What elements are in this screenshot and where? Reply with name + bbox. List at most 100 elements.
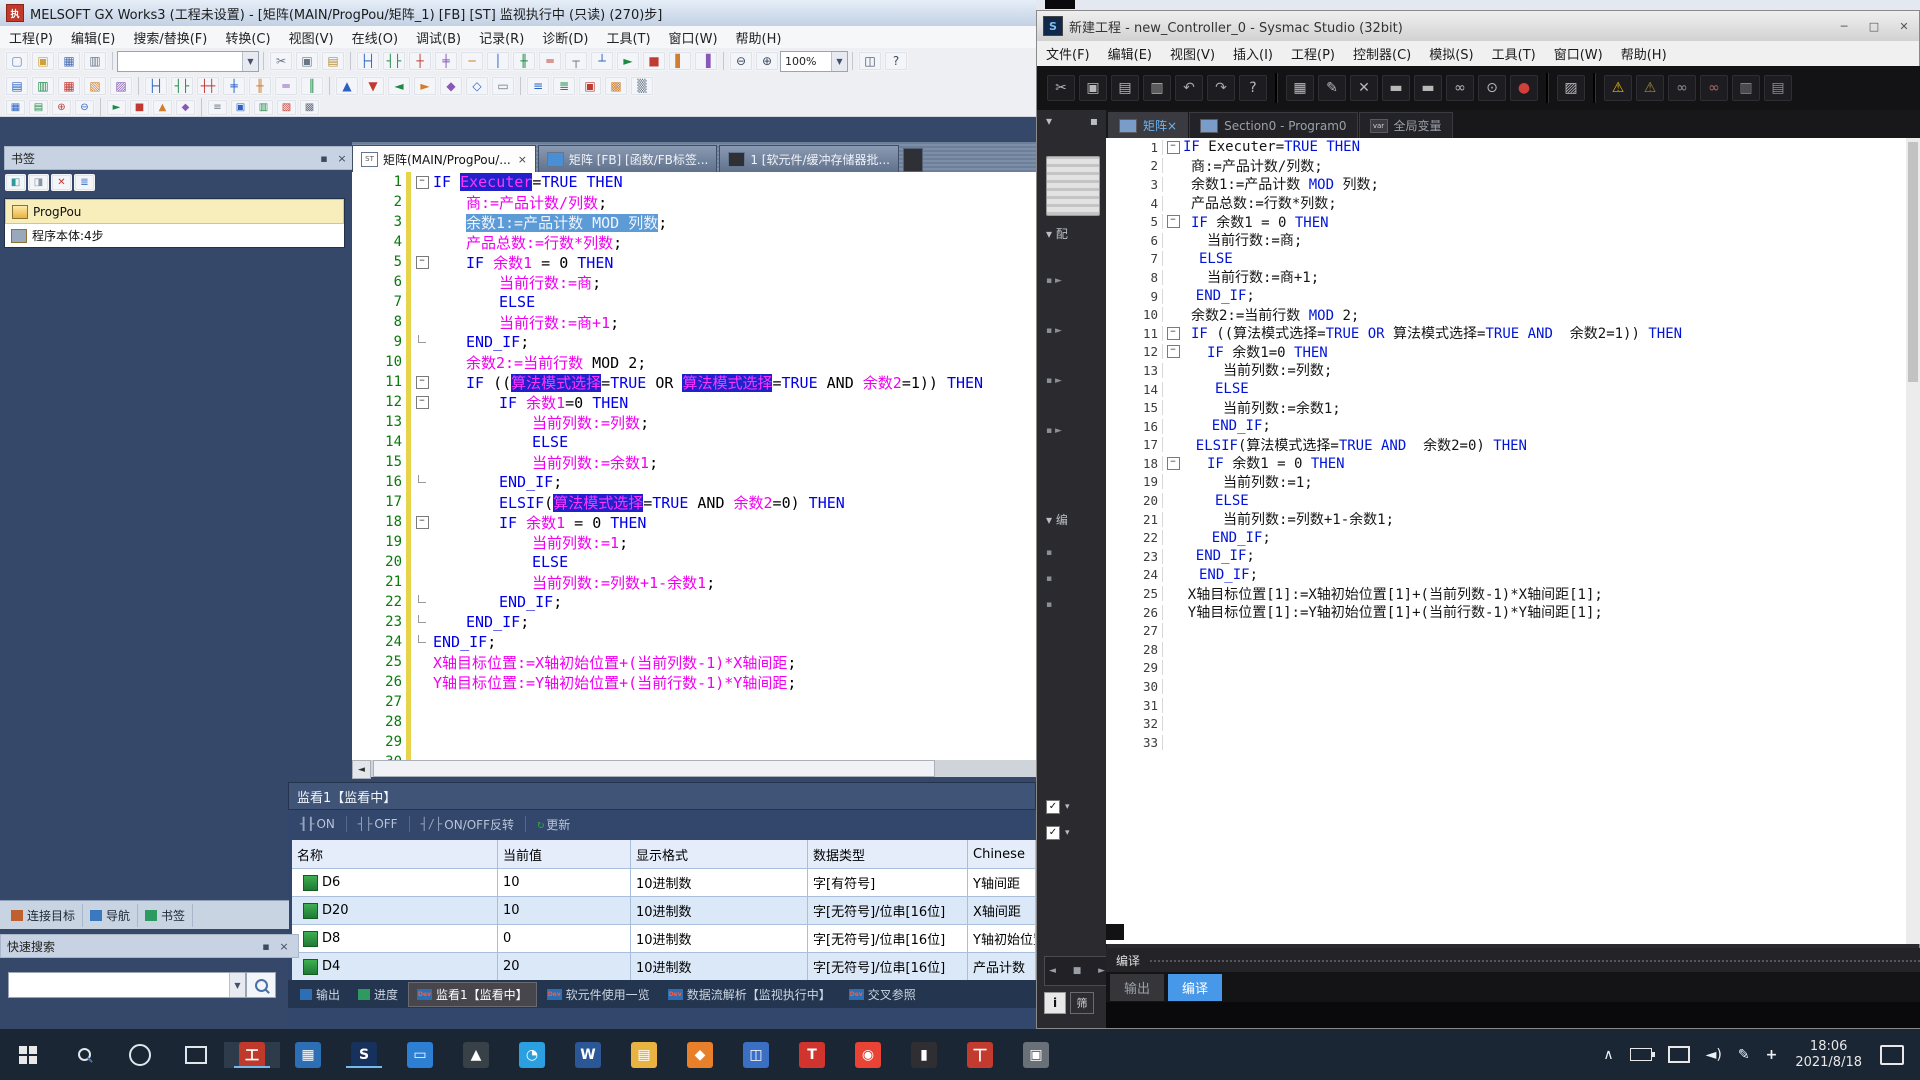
toolbar2-icon-14[interactable]: ▼	[361, 76, 385, 96]
watch-row-D4[interactable]: D42010进制数字[无符号]/位串[16位]产品计数	[292, 953, 1036, 981]
sysmac-st-code-editor[interactable]: 1−IF Executer=TRUE THEN2商:=产品计数/列数;3余数1:…	[1106, 138, 1906, 944]
watch-tool-ON/OFF反转[interactable]: ┤/├ON/OFF反转	[421, 816, 514, 833]
toolbar2-icon-10[interactable]: ╫	[248, 76, 272, 96]
tree-node-icon[interactable]: ▪ ►	[1038, 420, 1062, 442]
nav-page-icon[interactable]: ■	[1073, 966, 1082, 976]
toolbar2-icon-1[interactable]: ▤	[5, 76, 29, 96]
copy-icon[interactable]: ▣	[1079, 75, 1107, 101]
network-icon[interactable]	[1668, 1046, 1690, 1063]
fold-collapse-icon[interactable]: −	[416, 256, 429, 269]
ladder-coil-icon[interactable]: ┼	[408, 51, 432, 71]
sysmac-studio-app[interactable]: S	[336, 1042, 392, 1068]
undo-icon[interactable]: ↶	[1175, 75, 1203, 101]
checkbox-checked-icon[interactable]: ✓	[1046, 800, 1060, 814]
sysmac-menu-4[interactable]: 插入(I)	[1224, 42, 1282, 65]
toolbar2-icon-16[interactable]: ►	[413, 76, 437, 96]
sysmac-menu-1[interactable]: 文件(F)	[1037, 42, 1099, 65]
toolbar3-icon-3[interactable]: ⊕	[51, 99, 72, 116]
toolbar3-icon-9[interactable]: ≡	[207, 99, 228, 116]
device-comment-icon[interactable]: ═	[538, 51, 562, 71]
close-icon[interactable]: ×	[276, 940, 292, 953]
device-batch-icon[interactable]: ▌	[668, 51, 692, 71]
document-tab-2[interactable]: Section0 - Program0	[1189, 112, 1357, 138]
toolbar2-icon-7[interactable]: ┤├	[170, 76, 194, 96]
bookmark-list-icon[interactable]: ≣	[74, 174, 95, 191]
document-tab-1[interactable]: 矩阵 ×	[1108, 112, 1188, 138]
word-app[interactable]: W	[560, 1042, 616, 1068]
gx-menu-5[interactable]: 视图(V)	[280, 26, 343, 49]
tree-node-icon[interactable]: ▪	[1038, 542, 1052, 564]
ladder-vline-icon[interactable]: │	[486, 51, 510, 71]
gx-menu-10[interactable]: 工具(T)	[597, 26, 659, 49]
section-programming[interactable]: ▾ 编	[1038, 508, 1068, 530]
document-tab-3[interactable]: var全局变量	[1359, 112, 1453, 138]
bottom-tab-输出[interactable]: 输出	[292, 983, 348, 1006]
volume-icon[interactable]: ◄)	[1706, 1047, 1722, 1063]
ladder-branch-icon[interactable]: ╪	[434, 51, 458, 71]
pen-icon[interactable]: ✎	[1738, 1047, 1750, 1063]
ladder-contact-icon[interactable]: ├┤	[356, 51, 380, 71]
tree-node-icon[interactable]: ▪ ►	[1038, 370, 1062, 392]
tree-item-程序本体:4步[interactable]: 程序本体:4步	[5, 224, 344, 247]
pane-tab-连接目标[interactable]: 连接目标	[4, 904, 83, 927]
ladder-line-icon[interactable]: ─	[460, 51, 484, 71]
sysmac-titlebar[interactable]: S 新建工程 - new_Controller_0 - Sysmac Studi…	[1037, 11, 1919, 42]
offline-icon[interactable]: ✕	[1350, 75, 1378, 101]
monitor-stop-icon[interactable]: ■	[642, 51, 666, 71]
buffer-memory-icon[interactable]: ▐	[694, 51, 718, 71]
build-warning-icon[interactable]: ⚠	[1604, 75, 1632, 101]
watch-row-D8[interactable]: D8010进制数字[无符号]/位串[16位]Y轴初始位置	[292, 925, 1036, 953]
toolbar2-icon-17[interactable]: ◆	[439, 76, 463, 96]
paste-icon[interactable]: ▤	[1111, 75, 1139, 101]
edit-icon[interactable]: ✎	[1318, 75, 1346, 101]
terminal-app[interactable]: ▮	[896, 1042, 952, 1068]
task-view-button[interactable]	[168, 1046, 224, 1064]
toolbar2-icon-19[interactable]: ▭	[491, 76, 515, 96]
pane-tab-书签[interactable]: 书签	[138, 904, 193, 927]
gx-menu-6[interactable]: 在线(O)	[343, 26, 407, 49]
watch-tool-OFF[interactable]: ┤├OFF	[358, 817, 398, 831]
fold-collapse-icon[interactable]: −	[1167, 141, 1180, 154]
tim-app[interactable]: T	[784, 1042, 840, 1068]
toolbar3-icon-7[interactable]: ▲	[152, 99, 173, 116]
quick-search-input[interactable]: ▼	[8, 972, 246, 998]
search-binocular-icon[interactable]: ⊙	[1478, 75, 1506, 101]
redo-icon[interactable]: ↷	[1207, 75, 1235, 101]
toolbar2-icon-24[interactable]: ▒	[630, 76, 654, 96]
tree-node-icon[interactable]: ▪ ►	[1038, 270, 1062, 292]
io-map-icon[interactable]: ▥	[1732, 75, 1760, 101]
bottom-tab-交叉参照[interactable]: Dev交叉参照	[841, 983, 924, 1006]
ladder-block-icon[interactable]: ╫	[512, 51, 536, 71]
search-button[interactable]	[56, 1048, 112, 1061]
print-icon[interactable]: ▥	[83, 51, 107, 71]
debug-glasses-icon[interactable]: ∞	[1700, 75, 1728, 101]
tree-item-ProgPou[interactable]: ProgPou	[5, 199, 344, 224]
panel2-icon[interactable]: ▬	[1414, 75, 1442, 101]
toolbar3-icon-11[interactable]: ▥	[253, 99, 274, 116]
toolbar3-icon-8[interactable]: ◆	[175, 99, 196, 116]
copy-icon[interactable]: ▣	[295, 51, 319, 71]
toolbar3-icon-10[interactable]: ▣	[230, 99, 251, 116]
sysmac-menu-10[interactable]: 帮助(H)	[1612, 42, 1676, 65]
toolbar2-icon-2[interactable]: ▥	[31, 76, 55, 96]
checkbox-checked-icon[interactable]: ✓	[1046, 826, 1060, 840]
ladder-contact-closed-icon[interactable]: ┤├	[382, 51, 406, 71]
toolbar3-icon-1[interactable]: ▦	[5, 99, 26, 116]
gx-works3-app[interactable]: 工	[224, 1042, 280, 1068]
cut-icon[interactable]: ✂	[1047, 75, 1075, 101]
project-combobox[interactable]: ▼	[117, 51, 259, 72]
statement-icon[interactable]: ┬	[564, 51, 588, 71]
tree-node-icon[interactable]: ▪	[1038, 568, 1052, 590]
photos-app[interactable]: ▲	[448, 1042, 504, 1068]
watch-row-D20[interactable]: D201010进制数字[无符号]/位串[16位]X轴间距	[292, 897, 1036, 925]
info-button[interactable]: i	[1044, 992, 1066, 1014]
bookmark-toggle-icon[interactable]: ◧	[5, 174, 26, 191]
clock[interactable]: 18:062021/8/18	[1795, 1039, 1862, 1071]
blue-app[interactable]: ◫	[728, 1042, 784, 1068]
nav-right-icon[interactable]: ►	[1098, 966, 1105, 976]
chrome-app[interactable]: ◉	[840, 1042, 896, 1068]
toolbar2-icon-21[interactable]: ≣	[552, 76, 576, 96]
gx-menu-3[interactable]: 搜索/替换(F)	[124, 26, 216, 49]
fold-collapse-icon[interactable]: −	[416, 516, 429, 529]
scrollbar-thumb[interactable]	[373, 760, 935, 777]
